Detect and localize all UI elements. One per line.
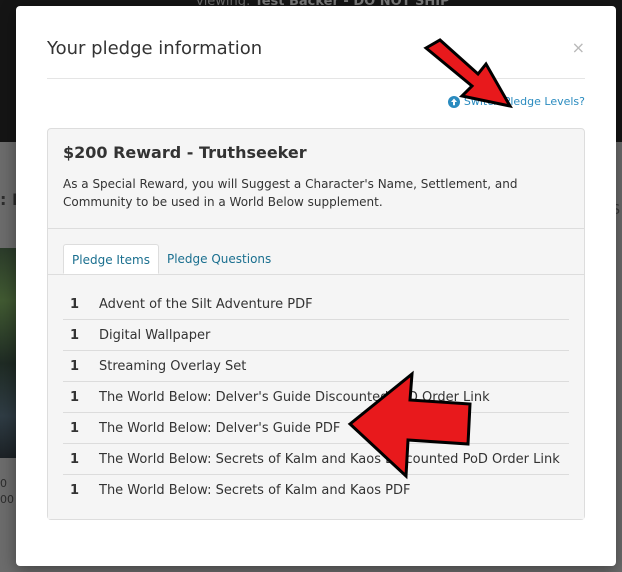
list-item: 1 Advent of the Silt Adventure PDF [63, 289, 569, 320]
annotation-arrow-icon [347, 370, 472, 480]
reward-panel: $200 Reward - Truthseeker As a Special R… [47, 128, 585, 520]
modal-title: Your pledge information [47, 38, 263, 59]
item-quantity: 1 [70, 296, 80, 312]
item-quantity: 1 [70, 389, 80, 405]
list-item: 1 The World Below: Delver's Guide Discou… [63, 382, 569, 413]
item-quantity: 1 [70, 483, 80, 498]
item-name: Streaming Overlay Set [99, 358, 247, 374]
reward-description: As a Special Reward, you will Suggest a … [63, 177, 518, 209]
background-price: 0 00 [0, 477, 14, 506]
panel-divider [48, 228, 584, 229]
item-quantity: 1 [70, 327, 80, 343]
list-item: 1 Streaming Overlay Set [63, 351, 569, 382]
tab-pledge-questions[interactable]: Pledge Questions [159, 244, 279, 274]
reward-title: $200 Reward - Truthseeker [63, 143, 307, 162]
item-name: Digital Wallpaper [99, 327, 211, 343]
item-name: The World Below: Secrets of Kalm and Kao… [99, 483, 411, 498]
annotation-arrow-icon [423, 38, 513, 109]
pledge-modal: Your pledge information × Switch Pledge … [16, 6, 616, 566]
pledge-items-content: 1 Advent of the Silt Adventure PDF 1 Dig… [48, 275, 584, 519]
item-quantity: 1 [70, 451, 80, 467]
tab-pledge-items[interactable]: Pledge Items [63, 244, 159, 274]
item-quantity: 1 [70, 358, 80, 374]
background-thumbnail [0, 248, 16, 458]
item-name: Advent of the Silt Adventure PDF [99, 296, 313, 312]
list-item: 1 The World Below: Secrets of Kalm and K… [63, 444, 569, 475]
list-item: 1 The World Below: Delver's Guide PDF [63, 413, 569, 444]
pledge-items-list: 1 Advent of the Silt Adventure PDF 1 Dig… [63, 289, 569, 506]
item-quantity: 1 [70, 420, 80, 436]
item-name: The World Below: Delver's Guide PDF [99, 420, 341, 436]
item-name: The World Below: Secrets of Kalm and Kao… [99, 451, 560, 467]
pledge-tabs: Pledge Items Pledge Questions [63, 244, 584, 274]
close-button[interactable]: × [572, 40, 585, 56]
list-item: 1 The World Below: Secrets of Kalm and K… [63, 475, 569, 506]
list-item: 1 Digital Wallpaper [63, 320, 569, 351]
